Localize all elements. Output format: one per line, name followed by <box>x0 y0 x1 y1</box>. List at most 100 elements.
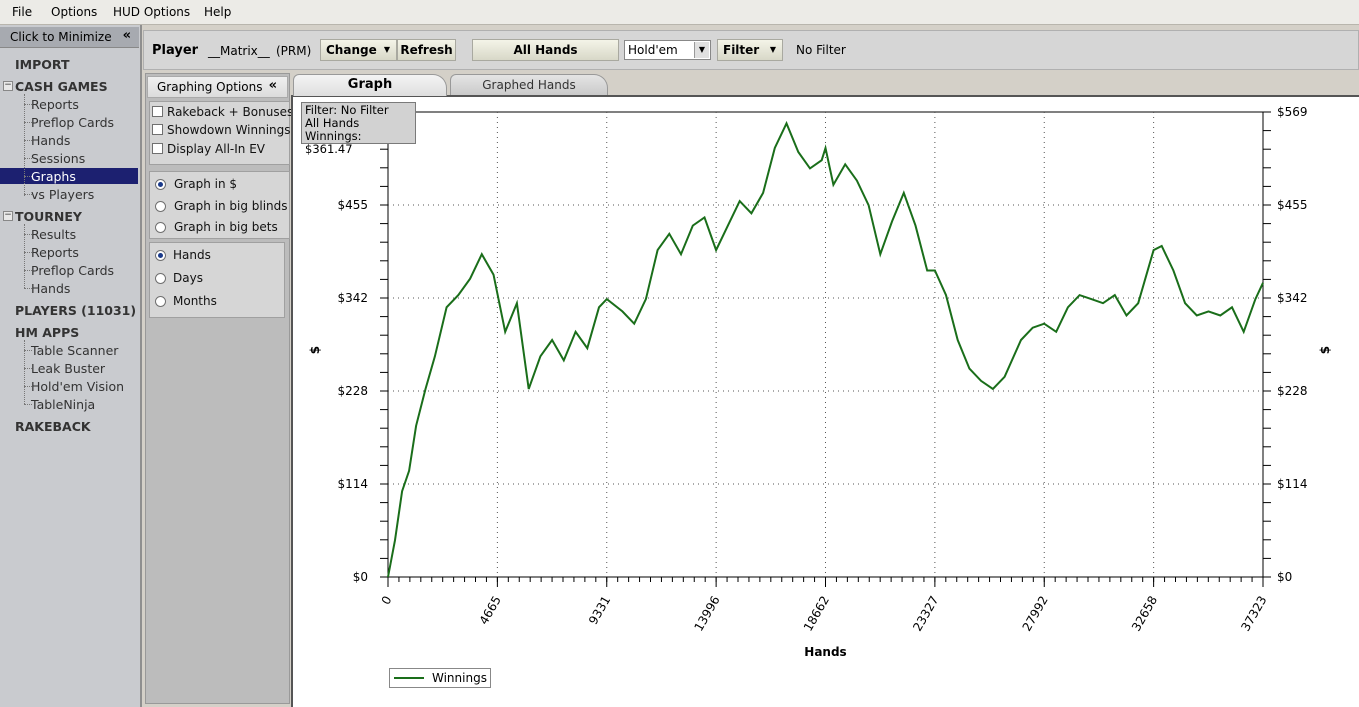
sidebar-item-graphs[interactable]: Graphs <box>31 169 76 184</box>
menu-help[interactable]: Help <box>204 5 231 19</box>
game-select[interactable]: Hold'em ▼ <box>624 40 711 60</box>
change-button[interactable]: Change ▼ <box>320 39 397 61</box>
game-select-value: Hold'em <box>628 43 678 57</box>
winnings-series-line <box>387 120 1264 578</box>
sidebar-item-preflop-cards[interactable]: Preflop Cards <box>31 115 114 130</box>
hands-radio[interactable] <box>155 250 166 261</box>
double-chevron-left-icon: « <box>122 28 131 43</box>
x-axis-title: Hands <box>804 645 846 659</box>
player-label: Player <box>152 43 199 58</box>
x-tick-label: 18662 <box>801 594 832 634</box>
showdown-checkbox[interactable] <box>152 124 163 135</box>
x-tick-label: 13996 <box>692 594 723 634</box>
y-tick-label-left: $114 <box>337 477 368 491</box>
graph-bigbets-label: Graph in big bets <box>174 220 278 234</box>
tab-graph[interactable]: Graph <box>293 74 447 96</box>
y-tick-label-left: $0 <box>353 570 368 584</box>
sidebar-cash-games[interactable]: CASH GAMES <box>15 79 108 94</box>
x-tick-label: 37323 <box>1238 594 1269 634</box>
double-chevron-left-icon[interactable]: « <box>269 78 277 93</box>
y-tick-label-right: $0 <box>1277 570 1292 584</box>
x-tick-label: 0 <box>379 594 395 608</box>
collapse-icon[interactable]: − <box>3 81 13 91</box>
minimize-button[interactable]: Click to Minimize « <box>0 27 139 48</box>
tab-graphed-hands[interactable]: Graphed Hands <box>450 74 608 96</box>
sidebar-rakeback[interactable]: RAKEBACK <box>15 419 91 434</box>
y-tick-label-right: $455 <box>1277 198 1308 212</box>
y-tick-label-right: $342 <box>1277 291 1308 305</box>
allin-ev-checkbox[interactable] <box>152 143 163 154</box>
sidebar-item-tourney-reports[interactable]: Reports <box>31 245 79 260</box>
filter-button[interactable]: Filter ▼ <box>717 39 783 61</box>
info-winnings-line: Winnings: $361.47 <box>305 129 362 156</box>
graphing-options-header[interactable]: Graphing Options « <box>147 76 288 98</box>
y-tick-label-right: $569 <box>1277 105 1308 119</box>
all-hands-button[interactable]: All Hands <box>472 39 619 61</box>
sidebar-import[interactable]: IMPORT <box>15 57 69 72</box>
rakeback-label: Rakeback + Bonuses <box>167 105 294 119</box>
menu-bar: File Options HUD Options Help <box>0 0 1359 25</box>
change-label: Change <box>326 43 377 57</box>
sidebar-item-table-scanner[interactable]: Table Scanner <box>31 343 118 358</box>
y-tick-label-right: $114 <box>1277 477 1308 491</box>
months-radio[interactable] <box>155 296 166 307</box>
legend-swatch <box>394 677 424 679</box>
hands-radio-label: Hands <box>173 248 211 262</box>
graphing-options-panel <box>145 73 290 704</box>
months-radio-label: Months <box>173 294 217 308</box>
sidebar-item-leak-buster[interactable]: Leak Buster <box>31 361 105 376</box>
filter-label: Filter <box>723 43 760 57</box>
sidebar-players[interactable]: PLAYERS (11031) <box>15 303 136 318</box>
y-tick-label-right: $228 <box>1277 384 1308 398</box>
days-radio-label: Days <box>173 271 203 285</box>
sidebar-hm-apps[interactable]: HM APPS <box>15 325 79 340</box>
dropdown-arrow-icon[interactable]: ▼ <box>694 42 709 58</box>
y-axis-title-left: $ <box>308 346 322 354</box>
y-axis-title-right: $ <box>1318 346 1332 354</box>
refresh-button[interactable]: Refresh <box>397 39 456 61</box>
showdown-label: Showdown Winnings <box>167 123 291 137</box>
x-tick-label: 9331 <box>586 594 613 627</box>
y-tick-label-left: $228 <box>337 384 368 398</box>
minimize-label: Click to Minimize <box>10 30 112 44</box>
dropdown-arrow-icon: ▼ <box>769 45 776 54</box>
menu-options[interactable]: Options <box>51 5 97 19</box>
menu-file[interactable]: File <box>12 5 32 19</box>
filter-info-box: Filter: No Filter All Hands Winnings: $3… <box>301 102 416 156</box>
filter-status: No Filter <box>796 43 846 57</box>
sidebar-item-vs-players[interactable]: vs Players <box>31 187 94 202</box>
sidebar-item-tourney-preflop-cards[interactable]: Preflop Cards <box>31 263 114 278</box>
sidebar-tourney[interactable]: TOURNEY <box>15 209 82 224</box>
graph-bb-radio[interactable] <box>155 201 166 212</box>
rakeback-checkbox[interactable] <box>152 106 163 117</box>
x-tick-label: 23327 <box>910 594 941 634</box>
sidebar-item-sessions[interactable]: Sessions <box>31 151 85 166</box>
x-tick-label: 4665 <box>477 594 504 627</box>
graph-dollars-radio[interactable] <box>155 179 166 190</box>
graph-dollars-label: Graph in $ <box>174 177 238 191</box>
y-tick-label-left: $455 <box>337 198 368 212</box>
sidebar-item-tourney-hands[interactable]: Hands <box>31 281 70 296</box>
graphing-options-title: Graphing Options <box>157 80 263 94</box>
x-tick-label: 32658 <box>1129 594 1160 634</box>
legend-winnings: Winnings <box>432 671 487 685</box>
sidebar-item-hands[interactable]: Hands <box>31 133 70 148</box>
sidebar-item-tableninja[interactable]: TableNinja <box>31 397 95 412</box>
player-name: __Matrix__ <box>208 44 270 58</box>
chart-legend: Winnings <box>389 668 491 688</box>
y-tick-label-left: $342 <box>337 291 368 305</box>
player-site: (PRM) <box>276 44 312 58</box>
winnings-chart: $0 $0 $114 $114 $228 $228 $342 $342 $455 $455 $569… <box>308 105 1332 659</box>
days-radio[interactable] <box>155 273 166 284</box>
sidebar-item-reports[interactable]: Reports <box>31 97 79 112</box>
graph-bb-label: Graph in big blinds <box>174 199 288 213</box>
sidebar-item-results[interactable]: Results <box>31 227 76 242</box>
dropdown-arrow-icon: ▼ <box>383 45 390 54</box>
tree-line <box>24 94 25 196</box>
collapse-icon[interactable]: − <box>3 211 13 221</box>
xaxis-radio-group <box>149 242 285 318</box>
menu-hud-options[interactable]: HUD Options <box>113 5 190 19</box>
x-tick-label: 27992 <box>1020 594 1051 634</box>
sidebar-item-holdem-vision[interactable]: Hold'em Vision <box>31 379 124 394</box>
graph-bigbets-radio[interactable] <box>155 222 166 233</box>
